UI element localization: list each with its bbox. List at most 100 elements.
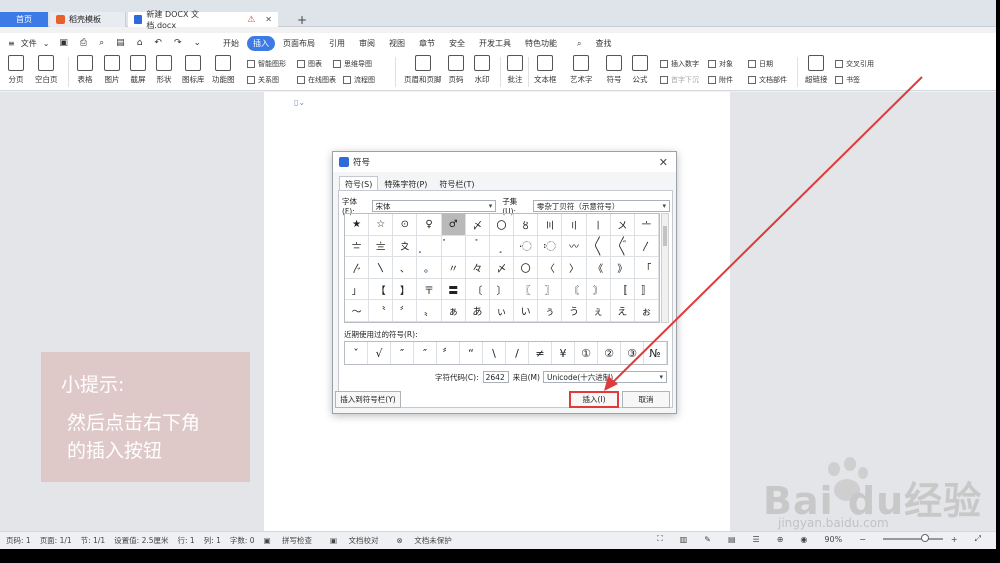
- recent-symbol-cell[interactable]: ¥: [552, 342, 575, 364]
- spell-check-button[interactable]: ▣ 拼写检查: [264, 535, 321, 546]
- relation-chart-button[interactable]: 关系图: [247, 75, 279, 85]
- export-icon[interactable]: ▤: [116, 38, 125, 48]
- insert-button[interactable]: 插入(I): [569, 391, 619, 408]
- zoom-level[interactable]: 90%: [824, 535, 842, 544]
- symbol-cell[interactable]: う: [562, 300, 587, 322]
- close-icon[interactable]: ✕: [659, 156, 668, 169]
- symbol-cell[interactable]: 〥: [514, 214, 539, 236]
- symbol-cell[interactable]: 〰: [562, 235, 587, 258]
- dropcap-button[interactable]: 首字下沉: [660, 75, 699, 85]
- print-preview-icon[interactable]: ⌕: [99, 38, 104, 48]
- scroll-thumb[interactable]: [663, 226, 667, 246]
- symbol-cell[interactable]: え: [610, 300, 635, 322]
- header-footer-button[interactable]: 页眉和页脚: [404, 55, 442, 85]
- symbol-cell[interactable]: 〜: [345, 300, 370, 322]
- symbol-cell[interactable]: 〢: [562, 214, 587, 236]
- file-menu[interactable]: 文件: [21, 38, 37, 49]
- insert-number-button[interactable]: 插入数字: [660, 59, 699, 69]
- menu-insert[interactable]: 插入: [247, 35, 276, 51]
- symbol-cell[interactable]: 〫: [441, 235, 466, 258]
- formula-button[interactable]: 公式: [632, 55, 648, 85]
- menu-developer[interactable]: 开发工具: [473, 36, 517, 51]
- symbol-cell[interactable]: 〩: [393, 235, 418, 258]
- symbol-cell[interactable]: 〗: [538, 278, 563, 301]
- symbol-cell[interactable]: 〡: [586, 214, 611, 236]
- symbol-cell[interactable]: 〨: [369, 235, 394, 258]
- comment-button[interactable]: 批注: [507, 55, 523, 85]
- font-select[interactable]: 宋体 ▾: [371, 200, 497, 212]
- search-menu[interactable]: ⌕ 查找: [565, 36, 625, 51]
- crossref-button[interactable]: 交叉引用: [835, 59, 874, 69]
- menu-chapter[interactable]: 章节: [413, 36, 441, 51]
- recent-symbol-cell[interactable]: /: [506, 342, 529, 364]
- symbol-cell[interactable]: 〕: [489, 278, 515, 301]
- date-button[interactable]: 日期: [748, 59, 773, 69]
- cancel-button[interactable]: 取消: [622, 391, 670, 408]
- symbol-cell[interactable]: 〲: [610, 235, 635, 258]
- object-button[interactable]: 对象: [708, 59, 733, 69]
- symbol-cell[interactable]: 〒: [417, 278, 442, 301]
- symbol-cell[interactable]: ぉ: [634, 300, 659, 322]
- symbol-cell[interactable]: 》: [610, 257, 635, 279]
- menu-review[interactable]: 审阅: [353, 36, 381, 51]
- format-painter-icon[interactable]: ⌂: [137, 38, 143, 48]
- doc-parts-button[interactable]: 文档部件: [748, 75, 787, 85]
- menu-page-layout[interactable]: 页面布局: [277, 36, 321, 51]
- symbol-cell[interactable]: 〝: [369, 300, 394, 322]
- picture-button[interactable]: 图片: [104, 55, 120, 85]
- symbol-cell[interactable]: い: [514, 300, 539, 322]
- symbol-cell[interactable]: 〵: [369, 257, 394, 279]
- fullscreen-icon[interactable]: ⛶: [657, 534, 663, 544]
- symbol-cell[interactable]: 。: [417, 257, 442, 279]
- redo-icon[interactable]: ↷: [174, 38, 182, 48]
- recent-symbol-cell[interactable]: \: [483, 342, 506, 364]
- symbol-cell[interactable]: ぃ: [489, 300, 515, 322]
- recent-symbol-cell[interactable]: “: [460, 342, 483, 364]
- table-button[interactable]: 表格: [77, 55, 93, 85]
- tab-home[interactable]: 首页: [0, 12, 48, 27]
- symbol-cell[interactable]: 〓: [441, 278, 466, 301]
- symbol-cell[interactable]: 、: [393, 257, 418, 279]
- page-view-icon[interactable]: ▤: [728, 535, 736, 544]
- symbol-cell[interactable]: 〈: [538, 257, 563, 279]
- bookmark-button[interactable]: 书签: [835, 75, 860, 85]
- symbol-cell[interactable]: 〇: [489, 214, 515, 236]
- symbol-cell[interactable]: 〳: [634, 235, 659, 258]
- menu-security[interactable]: 安全: [443, 36, 471, 51]
- symbol-cell[interactable]: 【: [369, 278, 394, 301]
- symbol-cell[interactable]: 〉: [562, 257, 587, 279]
- new-tab-icon[interactable]: +: [297, 13, 307, 27]
- symbol-cell[interactable]: 「: [634, 257, 659, 279]
- outline-view-icon[interactable]: ☰: [753, 535, 760, 544]
- shape-button[interactable]: 形状: [156, 55, 172, 85]
- zoom-slider[interactable]: [882, 534, 943, 542]
- symbol-cell[interactable]: 〆: [489, 257, 515, 279]
- symbol-cell[interactable]: 〔: [465, 278, 490, 301]
- char-code-input[interactable]: 2642: [482, 371, 509, 383]
- page-break-button[interactable]: 分页: [8, 55, 24, 85]
- zoom-out-icon[interactable]: −: [859, 535, 866, 544]
- symbol-cell[interactable]: 〮: [514, 235, 539, 258]
- close-tab-icon[interactable]: ✕: [265, 15, 272, 24]
- grid-scrollbar[interactable]: [661, 213, 669, 323]
- symbol-cell[interactable]: 〭: [489, 235, 515, 258]
- tab-docer-templates[interactable]: 稻壳模板: [50, 12, 126, 27]
- symbol-cell[interactable]: 〟: [417, 300, 442, 322]
- symbol-cell[interactable]: 〧: [345, 235, 370, 258]
- fit-page-icon[interactable]: ⤢: [975, 534, 981, 544]
- symbol-cell[interactable]: あ: [465, 300, 490, 322]
- recent-symbol-cell[interactable]: ″: [414, 342, 437, 364]
- symbol-cell[interactable]: ♂: [441, 214, 466, 236]
- symbol-cell[interactable]: 〴: [345, 257, 370, 279]
- symbol-cell[interactable]: 〆: [465, 214, 490, 236]
- symbol-cell[interactable]: 〬: [465, 235, 490, 258]
- mindmap-button[interactable]: 思维导图: [333, 59, 372, 69]
- chart-button[interactable]: 图表: [297, 59, 322, 69]
- symbol-cell[interactable]: 々: [465, 257, 490, 279]
- symbol-cell[interactable]: 〛: [634, 278, 659, 301]
- symbol-cell[interactable]: 〖: [514, 278, 539, 301]
- recent-symbol-cell[interactable]: ①: [575, 342, 598, 364]
- symbol-cell[interactable]: ぁ: [441, 300, 466, 322]
- eye-protect-icon[interactable]: ◉: [800, 535, 807, 544]
- recent-symbol-cell[interactable]: ≠: [529, 342, 552, 364]
